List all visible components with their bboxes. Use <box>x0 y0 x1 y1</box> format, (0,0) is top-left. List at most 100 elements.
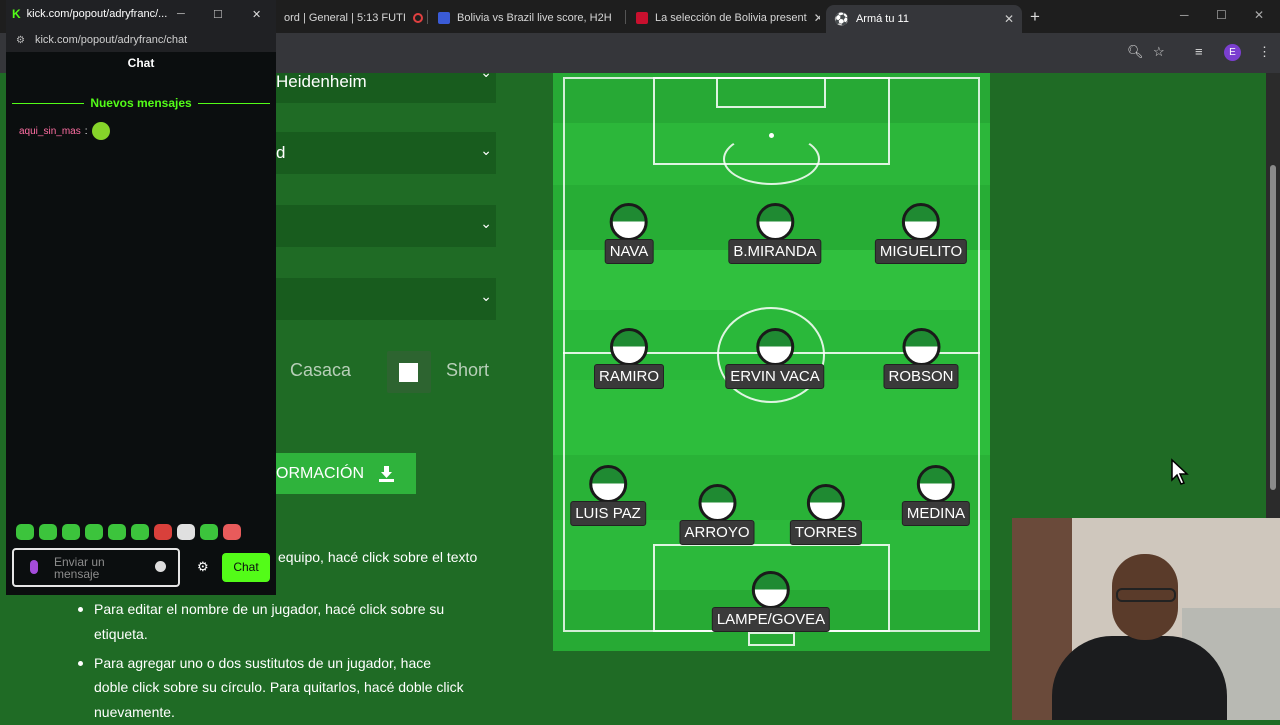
player-shirt[interactable] <box>610 203 648 241</box>
player-marker[interactable]: ERVIN VACA <box>725 328 825 389</box>
player-label[interactable]: ARROYO <box>679 520 755 545</box>
emote-icon[interactable] <box>177 524 195 540</box>
scrollbar-thumb[interactable] <box>1270 165 1276 490</box>
maximize-button[interactable]: ☐ <box>1216 8 1227 22</box>
player-marker[interactable]: ARROYO <box>679 484 755 545</box>
emote-icon[interactable] <box>200 524 218 540</box>
player-shirt[interactable] <box>902 203 940 241</box>
new-tab-button[interactable]: + <box>1030 7 1040 27</box>
send-chat-button[interactable]: Chat <box>222 553 270 582</box>
player-label[interactable]: ERVIN VACA <box>725 364 825 389</box>
player-shirt[interactable] <box>917 465 955 503</box>
emote-icon[interactable] <box>131 524 149 540</box>
formation-select[interactable]: d ⌄ <box>276 132 496 174</box>
zoom-icon[interactable]: 🔍︎ <box>1127 44 1144 60</box>
emote-bar <box>16 524 241 540</box>
emote-icon[interactable] <box>154 524 172 540</box>
webcam-overlay <box>1012 518 1280 720</box>
chat-input-placeholder: Enviar un mensaje <box>54 555 105 581</box>
player-marker[interactable]: LUIS PAZ <box>570 465 646 526</box>
close-icon[interactable]: ✕ <box>814 11 820 25</box>
player-shirt[interactable] <box>755 328 794 366</box>
instruction-item: nuevamente. <box>94 704 175 720</box>
style-select[interactable]: ⌄ <box>276 278 496 320</box>
tab-label: Bolivia vs Brazil live score, H2H <box>457 11 612 24</box>
team-select[interactable]: Heidenheim ⌄ <box>276 73 496 103</box>
profile-avatar[interactable]: E <box>1224 44 1241 61</box>
microphone-icon[interactable] <box>30 560 38 574</box>
goal-bottom <box>748 632 795 646</box>
player-marker[interactable]: NAVA <box>604 203 654 264</box>
player-label[interactable]: LUIS PAZ <box>570 501 646 526</box>
goal-area-top <box>716 77 826 108</box>
player-shirt[interactable] <box>756 203 794 241</box>
player-shirt[interactable] <box>610 328 648 366</box>
player-shirt[interactable] <box>697 484 736 522</box>
player-shirt[interactable] <box>901 328 940 366</box>
minimize-button[interactable]: ─ <box>1180 8 1189 22</box>
tab-label: Armá tu 11 <box>855 13 909 25</box>
player-label[interactable]: NAVA <box>604 239 654 264</box>
emote-icon[interactable] <box>16 524 34 540</box>
tab-discord[interactable]: ord | General | 5:13 FUTI ✕ <box>276 5 426 30</box>
close-window-button[interactable]: ✕ <box>252 8 261 21</box>
close-icon[interactable]: ✕ <box>1004 12 1014 26</box>
chat-url-bar[interactable]: ⚙︎ kick.com/popout/adryfranc/chat <box>6 28 276 52</box>
player-shirt[interactable] <box>752 571 790 609</box>
player-marker[interactable]: TORRES <box>789 484 863 545</box>
emote-icon[interactable] <box>85 524 103 540</box>
new-messages-label: Nuevos mensajes <box>90 96 192 110</box>
casaca-label: Casaca <box>290 360 352 380</box>
player-shirt[interactable] <box>806 484 845 522</box>
site-favicon-icon <box>438 11 450 24</box>
shirt-select[interactable]: ⌄ <box>276 205 496 247</box>
player-marker[interactable]: LAMPE/GOVEA <box>711 571 831 632</box>
bookmark-star-icon[interactable]: ☆ <box>1153 44 1165 60</box>
chat-message-input[interactable]: Enviar un mensaje <box>12 548 180 587</box>
tab-arma-tu-11[interactable]: ⚽ Armá tu 11 ✕ <box>826 5 1022 33</box>
tab-label: La selección de Bolivia present <box>655 11 807 24</box>
player-shirt[interactable] <box>588 465 627 503</box>
instruction-item: Para agregar uno o dos sustitutos de un … <box>94 655 432 671</box>
site-favicon-icon <box>636 11 648 24</box>
kick-logo-icon: K <box>12 7 21 21</box>
download-formation-button[interactable]: ORMACIÓN <box>276 453 416 494</box>
message-colon: : <box>84 125 88 137</box>
media-control-icon[interactable]: ≡ <box>1195 44 1203 59</box>
gear-icon[interactable]: ⚙ <box>197 559 209 575</box>
player-label[interactable]: RAMIRO <box>594 364 664 389</box>
player-marker[interactable]: ROBSON <box>883 328 959 389</box>
menu-icon[interactable]: ⋮ <box>1258 44 1271 60</box>
minimize-button[interactable]: ─ <box>177 8 185 20</box>
team-select-value: Heidenheim <box>276 73 367 91</box>
football-pitch: NAVA B.MIRANDA MIGUELITO RAMIRO ERVIN VA… <box>553 73 990 651</box>
mouse-cursor-icon <box>1171 458 1189 485</box>
player-label[interactable]: MEDINA <box>901 501 971 526</box>
emote-icon[interactable] <box>62 524 80 540</box>
emote-icon[interactable] <box>39 524 57 540</box>
formation-select-value: d <box>276 143 286 162</box>
player-label[interactable]: ROBSON <box>883 364 959 389</box>
emote-icon[interactable] <box>223 524 241 540</box>
chat-username[interactable]: aqui_sin_mas <box>19 126 81 137</box>
tab-bolivia-brazil[interactable]: Bolivia vs Brazil live score, H2H ✕ <box>430 5 620 30</box>
player-label[interactable]: LAMPE/GOVEA <box>711 607 831 632</box>
site-settings-icon[interactable]: ⚙︎ <box>16 35 25 46</box>
player-marker[interactable]: MEDINA <box>901 465 971 526</box>
chevron-down-icon: ⌄ <box>480 288 492 304</box>
player-label[interactable]: B.MIRANDA <box>728 239 822 264</box>
player-label[interactable]: MIGUELITO <box>874 239 968 264</box>
tab-seleccion-bolivia[interactable]: La selección de Bolivia present ✕ <box>628 5 820 30</box>
list-bullet <box>78 661 83 666</box>
maximize-button[interactable]: ☐ <box>213 8 223 21</box>
player-marker[interactable]: MIGUELITO <box>874 203 968 264</box>
close-window-button[interactable]: ✕ <box>1254 8 1264 22</box>
player-marker[interactable]: RAMIRO <box>594 328 664 389</box>
chevron-down-icon: ⌄ <box>480 142 492 158</box>
short-color-picker[interactable] <box>387 351 431 393</box>
emoji-icon[interactable] <box>155 561 166 572</box>
close-icon[interactable]: ✕ <box>619 11 620 25</box>
player-label[interactable]: TORRES <box>789 520 863 545</box>
emote-icon[interactable] <box>108 524 126 540</box>
player-marker[interactable]: B.MIRANDA <box>728 203 822 264</box>
